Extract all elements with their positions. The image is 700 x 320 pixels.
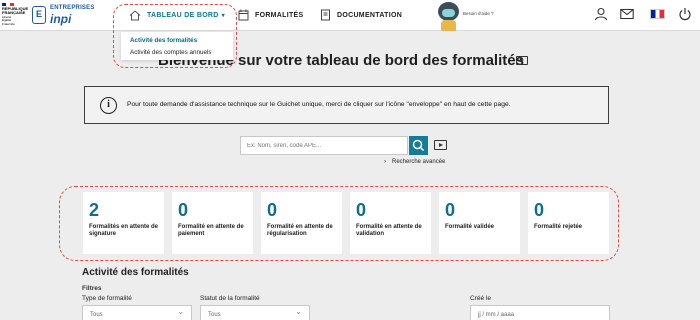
info-icon: i	[100, 97, 117, 114]
brand-line-1: ENTREPRISES	[50, 5, 95, 11]
card-count: 0	[267, 200, 278, 220]
entreprises-inpi-logo[interactable]: E ENTREPRISES inpi	[32, 5, 95, 27]
menu-item-activite-formalites[interactable]: Activité des formalités	[130, 37, 197, 44]
status-card-attente-validation[interactable]: 0 Formalité en attente de validation	[350, 192, 431, 254]
status-filter-select[interactable]: Tous	[200, 303, 310, 320]
nav-documentation[interactable]: DOCUMENTATION	[320, 7, 402, 23]
advanced-search-label: Recherche avancée	[392, 159, 446, 165]
chevron-right-icon: ›	[384, 159, 386, 165]
created-date-label: Créé le	[470, 295, 491, 302]
book-icon	[321, 9, 330, 21]
entreprises-e-icon: E	[32, 6, 46, 24]
robot-body-icon	[441, 20, 456, 31]
french-flag-icon[interactable]	[650, 9, 665, 19]
help-assistant-button[interactable]: Besoin d'aide ?	[438, 0, 498, 31]
activity-section-title: Activité des formalités	[82, 267, 189, 278]
brand-line-2: inpi	[50, 12, 72, 26]
card-label: Formalité en attente de régularisation	[267, 224, 333, 237]
card-count: 0	[534, 200, 545, 220]
status-card-validee[interactable]: 0 Formalité validée	[439, 192, 520, 254]
card-label: Formalités en attente de signature	[89, 224, 159, 237]
info-banner: i Pour toute demande d'assistance techni…	[84, 86, 609, 124]
status-filter-label: Statut de la formalité	[200, 295, 260, 302]
republique-francaise-logo: RÉPUBLIQUE FRANÇAISE Liberté Égalité Fra…	[2, 3, 28, 26]
card-label: Formalité en attente de validation	[356, 224, 422, 237]
card-label: Formalité en attente de paiement	[178, 224, 244, 237]
status-card-attente-regularisation[interactable]: 0 Formalité en attente de régularisation	[261, 192, 342, 254]
advanced-search-link[interactable]: › Recherche avancée	[384, 159, 445, 165]
gov-logo-line: Fraternité	[2, 21, 15, 26]
status-card-attente-signature[interactable]: 2 Formalités en attente de signature	[83, 192, 164, 254]
home-icon	[129, 9, 141, 20]
menu-item-activite-comptes-annuels[interactable]: Activité des comptes annuels	[130, 49, 212, 56]
nav-label: DOCUMENTATION	[337, 11, 403, 19]
robot-head-icon	[438, 2, 459, 21]
calendar-icon	[238, 9, 249, 21]
card-count: 0	[445, 200, 456, 220]
nav-formalites[interactable]: FORMALITÉS	[238, 7, 304, 23]
video-tutorial-icon[interactable]	[434, 140, 447, 150]
type-filter-label: Type de formalité	[82, 295, 132, 302]
type-filter-select[interactable]: Tous	[82, 303, 192, 320]
card-count: 0	[356, 200, 367, 220]
search-input[interactable]	[240, 136, 408, 155]
status-card-rejetee[interactable]: 0 Formalité rejetée	[528, 192, 609, 254]
top-header: RÉPUBLIQUE FRANÇAISE Liberté Égalité Fra…	[0, 0, 700, 31]
filters-label: Filtres	[82, 285, 102, 292]
nav-label: TABLEAU DE BORD	[147, 11, 219, 19]
nav-label: FORMALITÉS	[255, 11, 304, 19]
dashboard-dropdown-menu: Activité des formalités Activité des com…	[121, 32, 233, 60]
video-tutorial-icon[interactable]	[516, 56, 528, 65]
created-date-input[interactable]: jj / mm / aaaa	[470, 305, 610, 320]
help-label: Besoin d'aide ?	[463, 11, 494, 16]
status-card-attente-paiement[interactable]: 0 Formalité en attente de paiement	[172, 192, 253, 254]
search-button[interactable]	[409, 136, 428, 155]
card-count: 0	[178, 200, 189, 220]
nav-tableau-de-bord[interactable]: TABLEAU DE BORD ▾	[129, 7, 225, 23]
info-text: Pour toute demande d'assistance techniqu…	[127, 101, 511, 108]
power-icon[interactable]	[678, 7, 692, 21]
card-label: Formalité rejetée	[534, 224, 583, 230]
card-count: 2	[89, 200, 100, 220]
mail-icon[interactable]	[620, 7, 634, 21]
user-icon[interactable]	[594, 7, 608, 21]
search-icon	[412, 139, 425, 152]
chevron-down-icon: ▾	[221, 12, 225, 19]
card-label: Formalité validée	[445, 224, 495, 230]
